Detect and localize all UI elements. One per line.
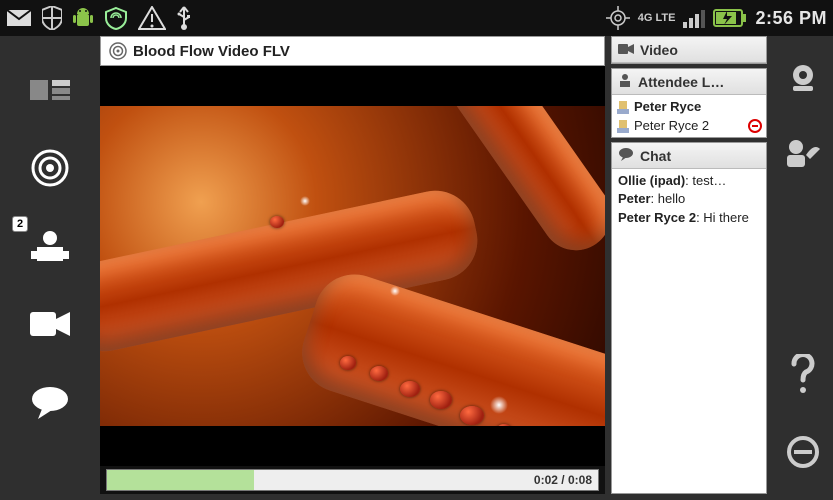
attendees-panel: Attendee L… Peter Ryce Peter Ryce 2 [611,68,767,138]
warning-icon [138,6,166,30]
dnd-button[interactable] [786,435,820,474]
video-player[interactable]: 0:02 / 0:08 [100,66,605,494]
chat-panel-title[interactable]: Chat [612,143,766,169]
chat-icon [618,147,634,164]
chat-from: Peter Ryce 2 [618,210,696,225]
letterbox-bottom [100,426,605,466]
shield-icon [42,6,62,30]
main-panel-header: Blood Flow Video FLV [100,36,605,66]
video-frame [100,106,605,426]
nav-share-button[interactable] [26,144,74,192]
chat-line: Peter Ryce 2: Hi there [618,210,760,226]
blocked-icon [748,119,762,133]
battery-icon [713,9,747,27]
progress-fill [107,470,254,490]
help-button[interactable] [788,354,818,399]
android-icon [72,6,94,30]
main-area: 2 Blood Flow Video FLV [0,36,833,500]
usb-icon [176,5,192,31]
video-column: Blood Flow Video FLV 0:02 / [100,36,605,494]
nav-camera-button[interactable] [26,300,74,348]
nav-layout-button[interactable] [26,66,74,114]
video-panel-label: Video [640,42,678,58]
attendees-panel-label: Attendee L… [638,74,724,90]
chat-text: : Hi there [696,210,749,225]
right-nav [773,36,833,500]
status-time: 2:56 PM [755,8,827,29]
video-time: 0:02 / 0:08 [534,473,592,487]
chat-from: Ollie (ipad) [618,173,685,188]
target-icon [109,42,127,60]
signal-icon [683,8,705,28]
letterbox-top [100,66,605,106]
webcam-button[interactable] [786,62,820,101]
camera-icon [618,42,634,58]
attendee-row[interactable]: Peter Ryce 2 [616,116,762,135]
chat-panel-label: Chat [640,148,671,164]
status-right: 4G LTE 2:56 PM [606,6,827,30]
chat-panel: Chat Ollie (ipad): test…Peter: helloPete… [611,142,767,494]
chat-from: Peter [618,191,651,206]
mail-icon [6,9,32,27]
video-panel-title[interactable]: Video [612,37,766,63]
nav-participants-button[interactable]: 2 [26,222,74,270]
network-label: 4G LTE [638,13,676,24]
lookout-icon [104,6,128,30]
gps-icon [606,6,630,30]
chat-line: Peter: hello [618,191,760,207]
chat-text: : test… [685,173,726,188]
main-panel-title: Blood Flow Video FLV [133,43,290,60]
attendee-icon [616,119,630,133]
nav-chat-button[interactable] [26,378,74,426]
raise-hand-button[interactable] [784,137,822,172]
chat-messages[interactable]: Ollie (ipad): test… Peter: hello Peter Ryc… [612,169,766,493]
attendee-list: Peter Ryce Peter Ryce 2 [612,95,766,137]
chat-text: : hello [651,191,686,206]
participants-badge: 2 [12,216,28,232]
status-bar: 4G LTE 2:56 PM [0,0,833,36]
video-progressbar[interactable]: 0:02 / 0:08 [106,469,599,491]
chat-line: Ollie (ipad): test… [618,173,760,189]
attendee-row[interactable]: Peter Ryce [616,97,762,116]
center-content: Blood Flow Video FLV 0:02 / [100,36,773,500]
video-panel: Video [611,36,767,64]
left-nav: 2 [0,36,100,500]
side-column: Video Attendee L… Peter Ryce Peter Ryce 2… [611,36,767,494]
attendee-icon [616,100,630,114]
status-left [6,5,192,31]
attendees-panel-title[interactable]: Attendee L… [612,69,766,95]
attendee-name: Peter Ryce 2 [634,118,709,133]
person-icon [618,73,632,90]
video-controls: 0:02 / 0:08 [100,466,605,494]
attendee-name: Peter Ryce [634,99,701,114]
